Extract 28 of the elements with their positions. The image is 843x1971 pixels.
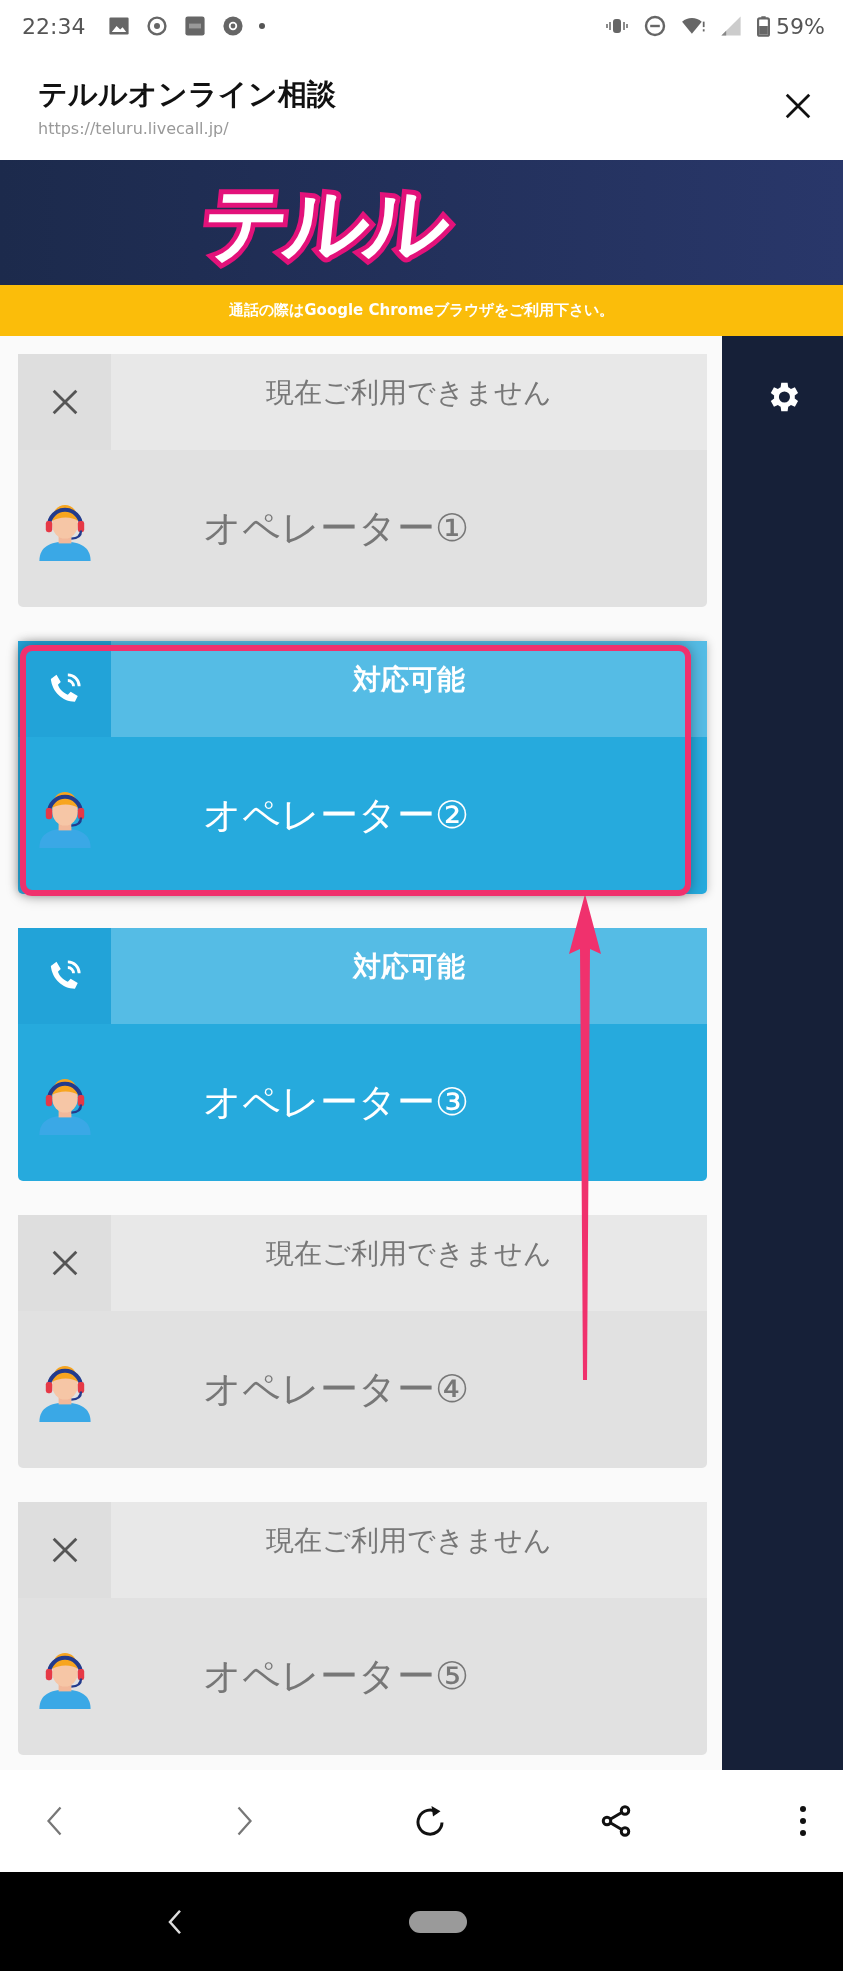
clock: 22:34 xyxy=(22,13,86,39)
status-label: 現在ご利用できません xyxy=(111,1215,707,1311)
operator-card[interactable]: 現在ご利用できません オペレーター⑤ xyxy=(18,1502,707,1755)
notice-banner: 通話の際はGoogle Chromeブラウザをご利用下さい。 xyxy=(0,285,843,336)
status-label: 現在ご利用できません xyxy=(111,1502,707,1598)
status-label: 対応可能 xyxy=(111,641,707,737)
do-not-disturb-icon xyxy=(643,14,668,38)
home-button[interactable] xyxy=(409,1910,467,1933)
app-icon xyxy=(183,14,208,38)
battery-icon xyxy=(757,15,771,37)
operator-card[interactable]: 対応可能 オペレーター③ xyxy=(18,928,707,1181)
operator-name: オペレーター① xyxy=(203,505,470,552)
operator-card[interactable]: 対応可能 オペレーター② xyxy=(18,641,707,894)
page-title: テルルオンライン相談 xyxy=(38,75,337,113)
status-label: 現在ご利用できません xyxy=(111,354,707,450)
operator-name: オペレーター② xyxy=(203,792,470,839)
logo: テルル xyxy=(197,180,451,265)
close-icon[interactable] xyxy=(783,91,813,121)
battery-percentage: 59% xyxy=(776,13,825,39)
status-label: 対応可能 xyxy=(111,928,707,1024)
operator-name: オペレーター③ xyxy=(203,1079,470,1126)
operator-name: オペレーター④ xyxy=(203,1366,470,1413)
operator-card[interactable]: 現在ご利用できません オペレーター④ xyxy=(18,1215,707,1468)
operator-card[interactable]: 現在ご利用できません オペレーター① xyxy=(18,354,707,607)
page-url: https://teluru.livecall.jp/ xyxy=(38,118,230,138)
signal-icon xyxy=(719,14,744,38)
operator-name: オペレーター⑤ xyxy=(203,1653,470,1700)
notification-dot-icon xyxy=(259,23,266,29)
